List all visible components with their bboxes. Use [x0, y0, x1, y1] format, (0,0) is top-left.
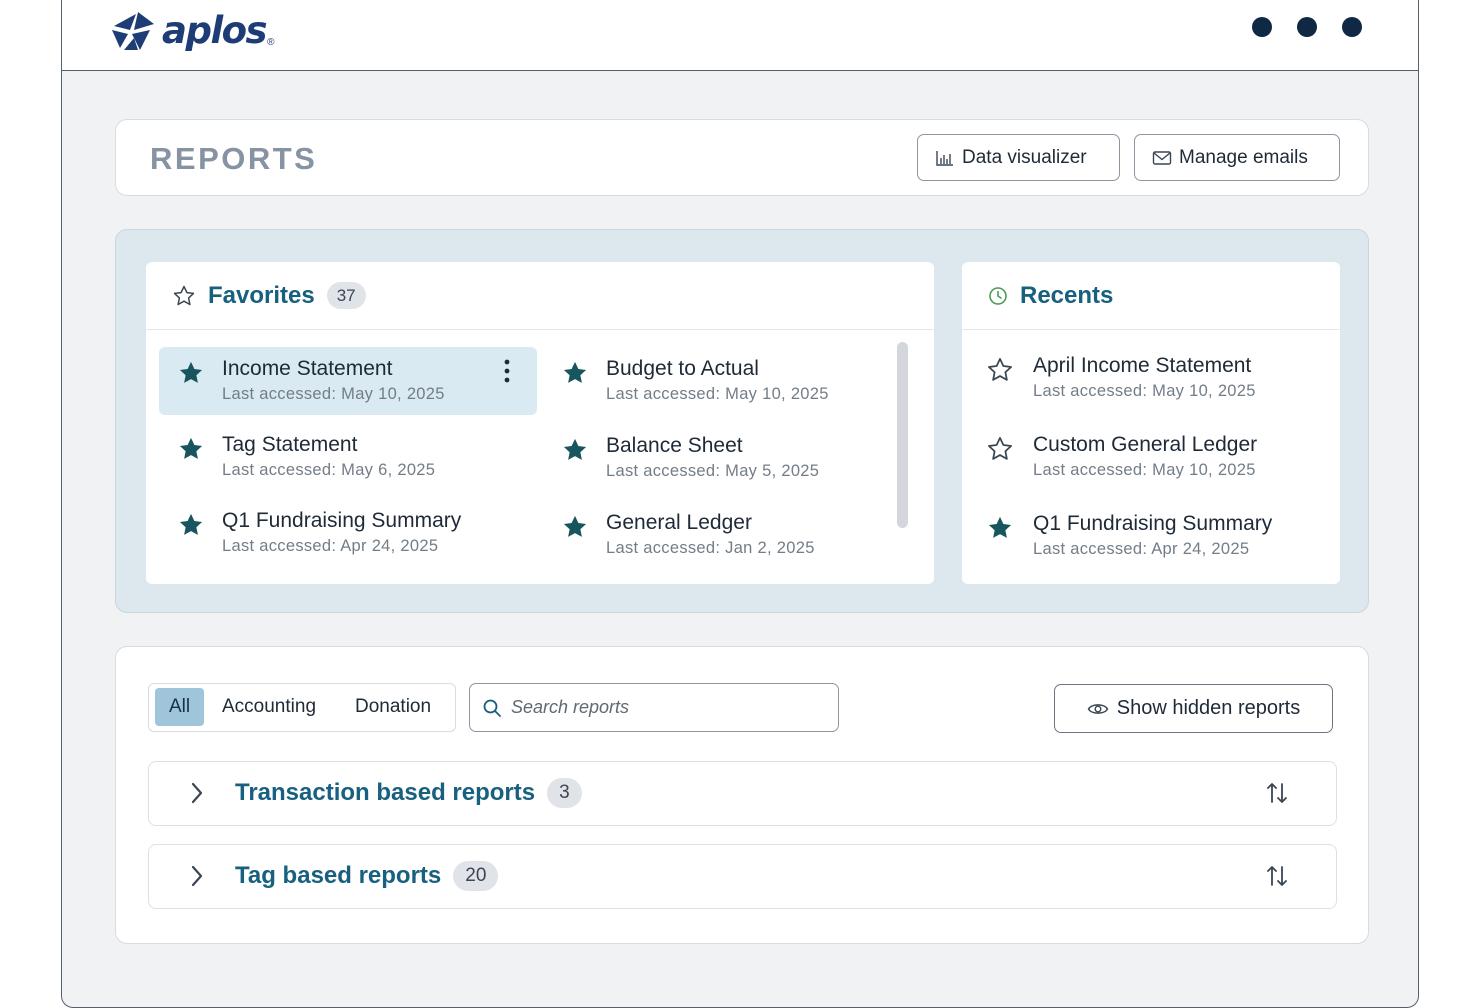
chevron-right-icon[interactable] [189, 780, 205, 806]
recents-title: Recents [1020, 281, 1114, 309]
clock-icon [989, 286, 1007, 305]
star-outline-icon[interactable] [986, 356, 1014, 384]
report-name: Income Statement [222, 357, 393, 380]
favorites-count-badge: 37 [326, 282, 366, 309]
data-visualizer-button[interactable]: Data visualizer [917, 134, 1120, 181]
last-accessed: Last accessed: May 10, 2025 [1033, 461, 1256, 479]
recent-item[interactable]: Custom General Ledger Last accessed: May… [962, 423, 1340, 491]
dot-icon [1297, 17, 1317, 37]
report-group-title: Tag based reports 20 [235, 861, 499, 891]
last-accessed: Last accessed: May 10, 2025 [222, 385, 445, 403]
star-filled-icon[interactable] [177, 435, 205, 463]
filter-tab-donation[interactable]: Donation [355, 688, 431, 726]
last-accessed: Last accessed: Apr 24, 2025 [222, 537, 439, 555]
show-hidden-reports-button[interactable]: Show hidden reports [1054, 684, 1333, 733]
more-options-icon[interactable] [503, 358, 511, 384]
favorite-item[interactable]: General Ledger Last accessed: Jan 2, 202… [543, 501, 921, 569]
recents-card: Recents April Income Statement Last acce… [962, 262, 1340, 584]
filter-tab-all[interactable]: All [155, 688, 204, 726]
favorite-item[interactable]: Budget to Actual Last accessed: May 10, … [543, 347, 921, 415]
category-filter: All Accounting Donation [148, 683, 456, 732]
report-name: General Ledger [606, 511, 752, 534]
eye-icon [1087, 703, 1109, 714]
aplos-logo[interactable]: aplos ® [110, 9, 274, 52]
report-group-count: 20 [453, 861, 499, 891]
last-accessed: Last accessed: May 5, 2025 [606, 462, 820, 480]
report-group-row[interactable]: Transaction based reports 3 [148, 761, 1337, 826]
sort-icon[interactable] [1266, 864, 1288, 888]
show-hidden-label: Show hidden reports [1116, 697, 1301, 719]
star-filled-icon[interactable] [986, 514, 1014, 542]
report-group-label: Transaction based reports [235, 779, 536, 806]
favorite-item[interactable]: Q1 Fundraising Summary Last accessed: Ap… [159, 499, 537, 567]
manage-emails-button[interactable]: Manage emails [1134, 134, 1340, 181]
page-title: REPORTS [150, 141, 318, 176]
report-name: Budget to Actual [606, 357, 759, 380]
favorites-card: Favorites 37 Income Statement Last acces… [146, 262, 934, 584]
reports-header: REPORTS Data visualizer Manage emails [115, 119, 1369, 196]
star-filled-icon[interactable] [561, 359, 589, 387]
favorite-item[interactable]: Balance Sheet Last accessed: May 5, 2025 [543, 424, 921, 492]
recents-header: Recents [962, 262, 1340, 330]
filter-tab-accounting[interactable]: Accounting [222, 688, 316, 726]
registered-mark: ® [267, 37, 275, 48]
aplos-logo-icon [112, 11, 154, 50]
envelope-icon [1152, 150, 1172, 165]
sort-icon[interactable] [1266, 781, 1288, 805]
report-name: Q1 Fundraising Summary [1033, 512, 1273, 535]
star-filled-icon[interactable] [177, 511, 205, 539]
brand-name: aplos [162, 9, 268, 52]
last-accessed: Last accessed: May 10, 2025 [1033, 382, 1256, 400]
favorites-scrollbar[interactable] [897, 342, 908, 528]
chevron-right-icon[interactable] [189, 863, 205, 889]
report-group-title: Transaction based reports 3 [235, 778, 582, 808]
star-filled-icon[interactable] [561, 436, 589, 464]
last-accessed: Last accessed: May 6, 2025 [222, 461, 436, 479]
manage-emails-label: Manage emails [1179, 146, 1308, 168]
top-bar: aplos ® [62, 0, 1418, 71]
star-filled-icon[interactable] [561, 513, 589, 541]
report-name: Tag Statement [222, 433, 358, 456]
search-input[interactable] [511, 697, 831, 718]
report-name: Balance Sheet [606, 434, 743, 457]
report-group-label: Tag based reports [235, 862, 442, 889]
report-name: Q1 Fundraising Summary [222, 509, 462, 532]
dot-icon [1252, 17, 1272, 37]
favorite-item[interactable]: Tag Statement Last accessed: May 6, 2025 [159, 423, 537, 491]
last-accessed: Last accessed: May 10, 2025 [606, 385, 829, 403]
favorite-item[interactable]: Income Statement Last accessed: May 10, … [159, 347, 537, 415]
reports-list-card: All Accounting Donation Show hidden repo… [115, 646, 1369, 944]
bar-chart-icon [936, 150, 953, 166]
star-outline-icon [173, 285, 195, 305]
last-accessed: Last accessed: Apr 24, 2025 [1033, 540, 1250, 558]
report-name: April Income Statement [1033, 354, 1252, 377]
star-filled-icon[interactable] [177, 359, 205, 387]
dot-icon [1342, 17, 1362, 37]
search-box[interactable] [469, 683, 839, 732]
window-dots [1252, 17, 1362, 37]
favorites-title: Favorites [208, 281, 315, 309]
report-group-count: 3 [547, 778, 582, 808]
recent-item[interactable]: April Income Statement Last accessed: Ma… [962, 344, 1340, 412]
favorites-header: Favorites 37 [146, 262, 934, 330]
report-group-row[interactable]: Tag based reports 20 [148, 844, 1337, 909]
recent-item[interactable]: Q1 Fundraising Summary Last accessed: Ap… [962, 502, 1340, 570]
report-name: Custom General Ledger [1033, 433, 1258, 456]
star-outline-icon[interactable] [986, 435, 1014, 463]
search-icon [483, 699, 501, 717]
favorites-recents-panel: Favorites 37 Income Statement Last acces… [115, 229, 1369, 613]
app-window: aplos ® REPORTS Data visualizer Manage e… [61, 0, 1419, 1008]
last-accessed: Last accessed: Jan 2, 2025 [606, 539, 815, 557]
data-visualizer-label: Data visualizer [962, 146, 1087, 168]
